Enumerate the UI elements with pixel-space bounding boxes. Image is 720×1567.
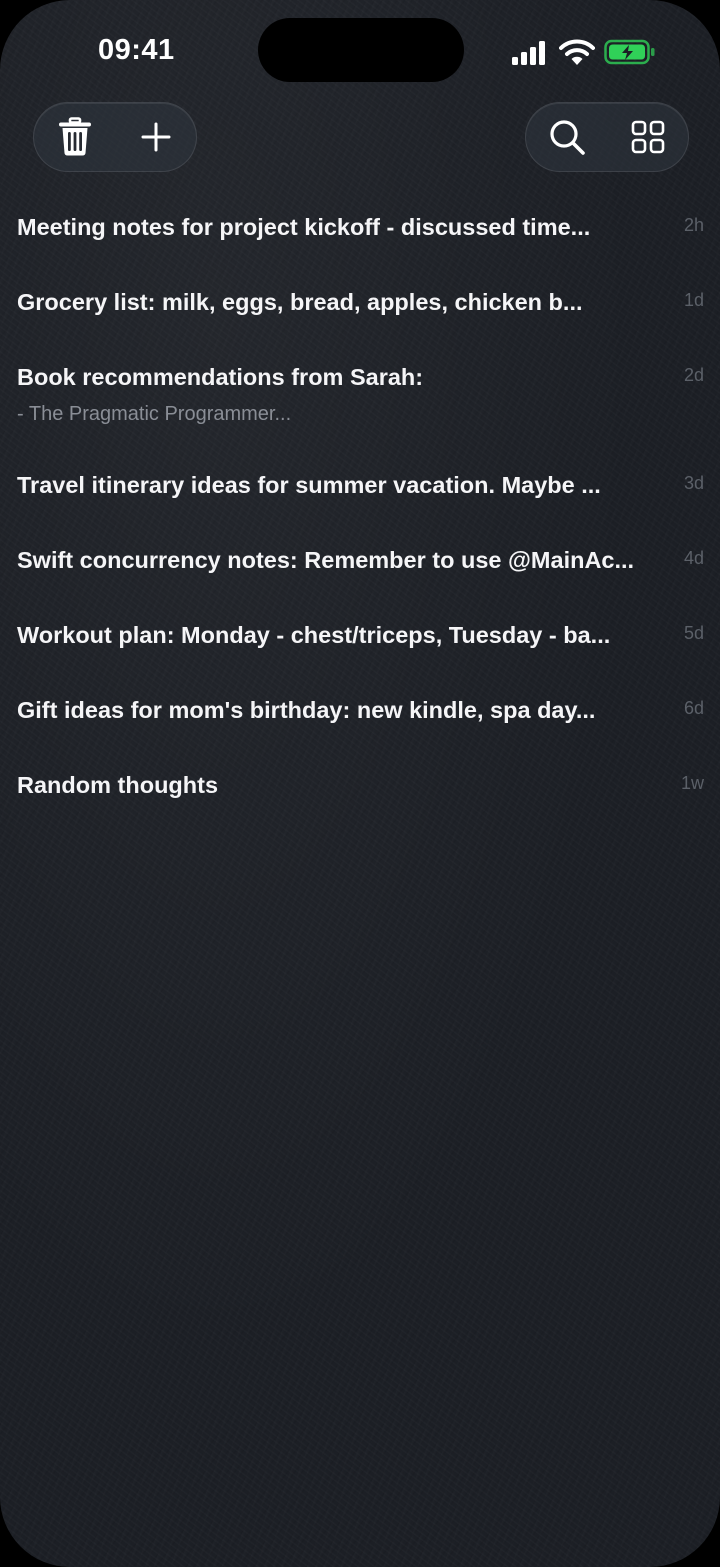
note-title: Gift ideas for mom's birthday: new kindl… [17,697,596,723]
note-timestamp: 3d [683,473,704,493]
note-timestamp: 5d [683,623,704,643]
note-item[interactable]: Swift concurrency notes: Remember to use… [0,529,720,604]
note-item[interactable]: Meeting notes for project kickoff - disc… [0,196,720,271]
wifi-icon [559,39,595,65]
phone-screen: 09:41 Meeting notes for project kickoff … [0,0,720,1567]
note-title: Random thoughts [17,772,219,798]
note-timestamp: 2h [683,215,704,235]
battery-charging-icon [604,39,655,65]
status-bar: 09:41 [0,0,720,100]
note-timestamp: 1d [683,290,704,310]
plus-icon [141,122,170,152]
note-timestamp: 4d [683,548,704,568]
note-item[interactable]: Grocery list: milk, eggs, bread, apples,… [0,271,720,346]
note-title: Swift concurrency notes: Remember to use… [17,547,635,573]
note-item[interactable]: Travel itinerary ideas for summer vacati… [0,454,720,529]
note-title: Travel itinerary ideas for summer vacati… [17,472,601,498]
toolbar-left-group [33,102,197,172]
search-icon [549,120,585,155]
note-item[interactable]: Book recommendations from Sarah: - The P… [0,346,720,454]
note-preview: - The Pragmatic Programmer... [17,403,292,425]
signal-icon [512,41,545,65]
toolbar-right-group [525,102,689,172]
note-title: Book recommendations from Sarah: [17,364,424,390]
status-time: 09:41 [98,34,175,66]
note-timestamp: 2d [683,365,704,385]
notes-list: Meeting notes for project kickoff - disc… [0,196,720,829]
note-title: Workout plan: Monday - chest/triceps, Tu… [17,622,611,648]
delete-button[interactable] [34,102,115,172]
grid-view-button[interactable] [607,102,688,172]
grid-icon [631,120,664,154]
note-title: Meeting notes for project kickoff - disc… [17,214,591,240]
note-item[interactable]: Gift ideas for mom's birthday: new kindl… [0,679,720,754]
search-button[interactable] [526,102,607,172]
note-title: Grocery list: milk, eggs, bread, apples,… [17,289,583,315]
note-item[interactable]: Random thoughts 1w [0,754,720,829]
note-item[interactable]: Workout plan: Monday - chest/triceps, Tu… [0,604,720,679]
new-note-button[interactable] [115,102,196,172]
note-timestamp: 1w [680,773,704,793]
trash-icon [58,117,91,156]
note-timestamp: 6d [683,698,704,718]
dynamic-island [258,18,464,82]
